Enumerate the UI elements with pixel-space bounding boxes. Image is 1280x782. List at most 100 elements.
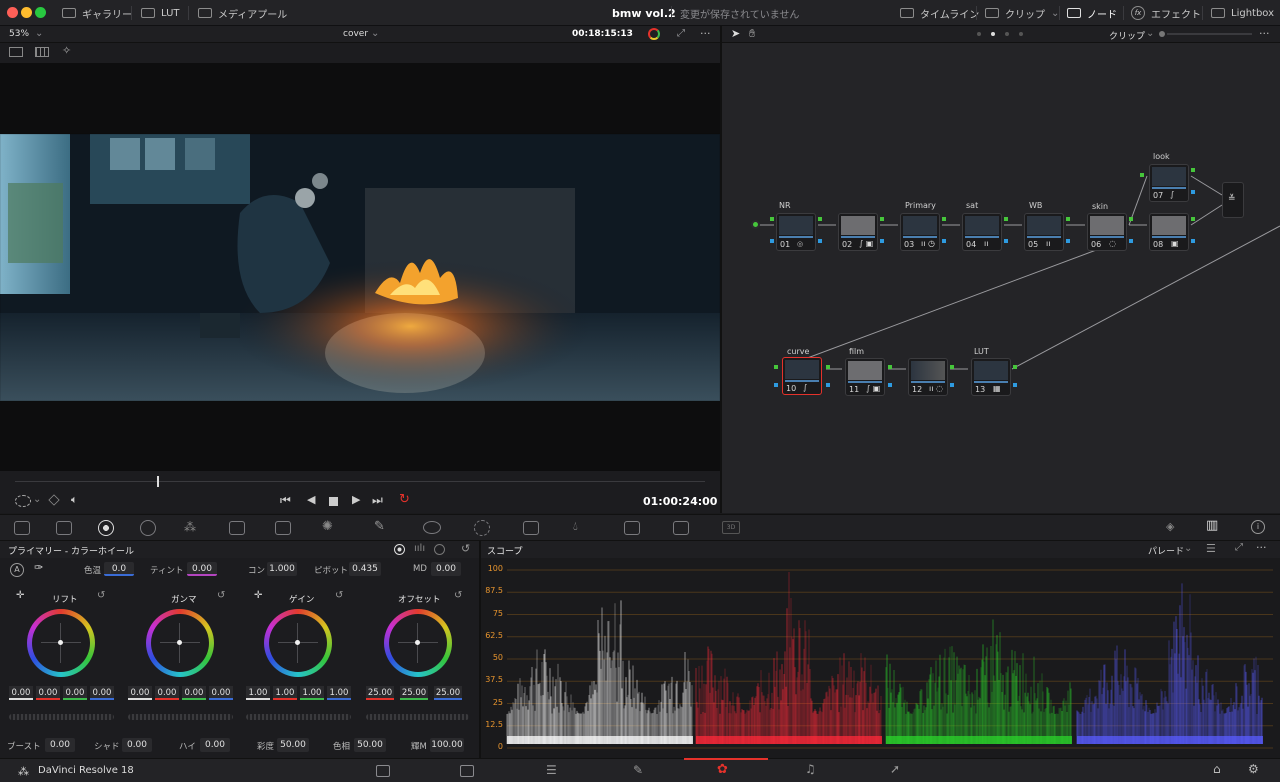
lift-b-input[interactable]: 0.00 xyxy=(90,686,114,700)
node-08[interactable]: 08 ▣ xyxy=(1149,213,1189,251)
single-view-icon[interactable] xyxy=(9,47,23,57)
node-output-port[interactable] xyxy=(888,365,892,369)
saturation-input[interactable]: 50.00 xyxy=(277,738,309,752)
keyframes-icon[interactable]: ◈ xyxy=(1166,520,1174,533)
node-12[interactable]: 12 ıı ◌ xyxy=(908,358,948,396)
blur-icon[interactable]: 💧︎ xyxy=(573,519,578,534)
nodes-tab[interactable]: ノード xyxy=(1067,0,1117,26)
cut-page-icon[interactable] xyxy=(460,765,474,777)
node-input-port[interactable] xyxy=(1140,173,1144,177)
lift-master-wheel[interactable] xyxy=(9,714,114,720)
fairlight-page-icon[interactable]: ♫ xyxy=(805,762,816,776)
wheel-puck[interactable] xyxy=(415,640,420,645)
gamma-r-input[interactable]: 0.00 xyxy=(155,686,179,700)
speaker-icon[interactable]: 🔈︎ xyxy=(71,493,78,507)
color-wheels-icon[interactable] xyxy=(98,520,114,536)
chevron-down-icon[interactable]: ⌄ xyxy=(1184,543,1192,554)
sizing-icon[interactable] xyxy=(673,521,689,535)
chevron-down-icon[interactable]: ⌄ xyxy=(371,28,379,39)
waveform-parade[interactable]: 100 87.5 75 62.5 50 37.5 25 12.5 0 xyxy=(481,558,1280,758)
pivot-input[interactable]: 0.435 xyxy=(349,562,381,576)
settings-gear-icon[interactable]: ⚙︎ xyxy=(1248,762,1259,776)
boost-input[interactable]: 0.00 xyxy=(45,738,75,752)
magic-wand-icon[interactable]: ✧ xyxy=(62,44,71,57)
node-key-port[interactable] xyxy=(1066,239,1070,243)
playhead[interactable] xyxy=(157,476,159,487)
wheel-puck[interactable] xyxy=(58,640,63,645)
curves-icon[interactable] xyxy=(275,521,291,535)
info-icon[interactable]: i xyxy=(1251,520,1265,534)
wheel-puck[interactable] xyxy=(177,640,182,645)
3d-icon[interactable]: 3D xyxy=(722,521,740,534)
node-output-port[interactable] xyxy=(880,217,884,221)
skip-to-start-icon[interactable]: ⏮︎ xyxy=(280,493,291,508)
bars-mode-icon[interactable]: ıılı xyxy=(414,543,425,554)
loop-icon[interactable]: ↻ xyxy=(399,492,410,507)
zoom-dropdown[interactable]: 53% xyxy=(9,29,29,39)
hue-input[interactable]: 50.00 xyxy=(354,738,386,752)
node-key-port[interactable] xyxy=(1004,239,1008,243)
tracker-icon[interactable] xyxy=(474,520,490,536)
picker-icon[interactable]: ✑ xyxy=(34,561,43,574)
pointer-icon[interactable]: ➤ xyxy=(731,27,740,40)
node-output-port[interactable] xyxy=(950,365,954,369)
crosshair-icon[interactable]: ✛ xyxy=(254,590,262,601)
key-icon[interactable] xyxy=(624,521,640,535)
offset-g-input[interactable]: 25.00 xyxy=(400,686,428,700)
gamma-y-input[interactable]: 0.00 xyxy=(128,686,152,700)
node-key-port[interactable] xyxy=(1191,239,1195,243)
log-mode-icon[interactable] xyxy=(434,544,445,555)
node-key-port[interactable] xyxy=(1191,190,1195,194)
layers-icon[interactable] xyxy=(48,494,60,506)
media-pool-tab[interactable]: メディアプール xyxy=(198,0,287,26)
node-output-port[interactable] xyxy=(1191,217,1195,221)
node-13[interactable]: 13 ▦ xyxy=(971,358,1011,396)
gamma-master-wheel[interactable] xyxy=(128,714,233,720)
lift-g-input[interactable]: 0.00 xyxy=(63,686,87,700)
scopes-icon[interactable]: ▥ xyxy=(1206,518,1218,533)
crosshair-icon[interactable]: ✛ xyxy=(16,590,24,601)
node-06[interactable]: 06 ◌ xyxy=(1087,213,1127,251)
effects-tab[interactable]: fx エフェクト xyxy=(1131,0,1201,26)
timeline-scrubber[interactable] xyxy=(0,471,720,491)
reset-icon[interactable]: ↺ xyxy=(454,590,462,601)
offset-r-input[interactable]: 25.00 xyxy=(366,686,394,700)
clips-tab[interactable]: クリップ ⌄ xyxy=(985,0,1059,26)
node-graph[interactable]: 01 ◎ NR 02 ∫ ▣ 03 ıı ◷ Primary 04 ıı sat… xyxy=(722,43,1280,513)
highlight-input[interactable]: 0.00 xyxy=(200,738,230,752)
gallery-tab[interactable]: ギャラリー xyxy=(62,0,132,26)
contrast-input[interactable]: 1.000 xyxy=(267,562,297,576)
reset-icon[interactable]: ↺ xyxy=(461,542,470,555)
lift-wheel[interactable] xyxy=(27,609,95,677)
split-view-icon[interactable] xyxy=(35,47,49,57)
chevron-down-icon[interactable]: ⌄ xyxy=(35,28,43,39)
color-overlay-icon[interactable] xyxy=(648,28,660,40)
node-key-port[interactable] xyxy=(1013,383,1017,387)
node-key-port[interactable] xyxy=(818,239,822,243)
deliver-page-icon[interactable]: ➚ xyxy=(890,762,900,776)
wheel-puck[interactable] xyxy=(295,640,300,645)
clip-name-dropdown[interactable]: cover xyxy=(343,29,368,39)
more-options-icon[interactable]: ··· xyxy=(1256,541,1267,554)
lut-tab[interactable]: LUT xyxy=(141,0,180,26)
tint-input[interactable]: 0.00 xyxy=(187,562,217,576)
node-key-port[interactable] xyxy=(888,383,892,387)
node-10[interactable]: 10 ∫ xyxy=(782,357,822,395)
node-01[interactable]: 01 ◎ xyxy=(776,213,816,251)
md-input[interactable]: 0.00 xyxy=(431,562,461,576)
page-dot[interactable] xyxy=(1019,32,1023,36)
reset-icon[interactable]: ↺ xyxy=(335,590,343,601)
node-03[interactable]: 03 ıı ◷ xyxy=(900,213,940,251)
timeline-tab[interactable]: タイムライン xyxy=(900,0,979,26)
close-window-button[interactable] xyxy=(7,7,18,18)
node-05[interactable]: 05 ıı xyxy=(1024,213,1064,251)
scrub-track[interactable] xyxy=(15,481,705,482)
motion-effects-icon[interactable] xyxy=(229,521,245,535)
node-output-port[interactable] xyxy=(818,217,822,221)
shadow-input[interactable]: 0.00 xyxy=(122,738,152,752)
play-reverse-icon[interactable]: ◀ xyxy=(307,493,315,506)
chevron-down-icon[interactable]: ⌄ xyxy=(33,494,41,505)
rgb-mixer-icon[interactable]: ⁂ xyxy=(184,520,196,534)
node-key-port[interactable] xyxy=(942,239,946,243)
chevron-down-icon[interactable]: ⌄ xyxy=(1146,28,1154,39)
